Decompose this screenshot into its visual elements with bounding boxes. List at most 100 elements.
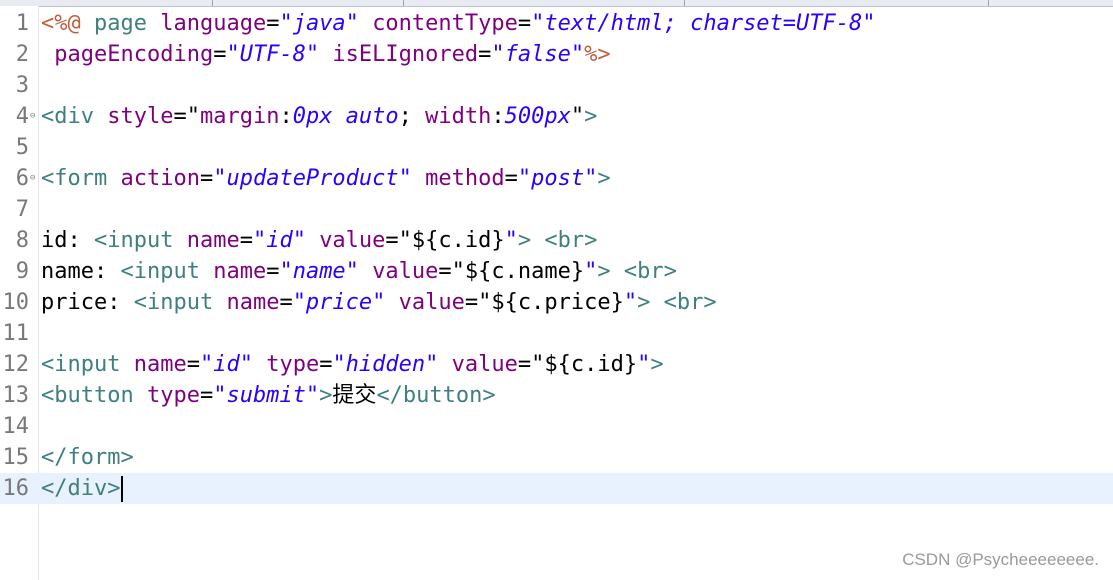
line-number: 4 xyxy=(15,104,29,129)
code-line[interactable]: 14 xyxy=(0,411,1113,442)
code-token: <br> xyxy=(663,290,717,315)
code-token: "submit" xyxy=(213,383,320,408)
code-line[interactable]: 16 </div> xyxy=(0,473,1113,504)
line-number: 5 xyxy=(15,135,29,160)
code-line[interactable]: 7 xyxy=(0,194,1113,225)
code-token: = xyxy=(266,11,280,36)
code-token: = xyxy=(199,166,214,191)
code-token: "UTF-8" xyxy=(226,42,320,67)
code-token: <input xyxy=(133,290,214,315)
code-token: </form> xyxy=(41,445,134,470)
code-token: "hidden" xyxy=(332,352,439,377)
code-line[interactable]: 8 id: <input name="id" value="${c.id}"> <… xyxy=(0,225,1113,256)
code-text: <form action="updateProduct" method="pos… xyxy=(41,163,611,194)
editor-tab-strip[interactable] xyxy=(0,0,1113,7)
line-number: 1 xyxy=(15,11,29,36)
code-editor[interactable]: 1 <%@ page language="java" contentType="t… xyxy=(0,8,1113,504)
code-token: = xyxy=(186,352,200,377)
fold-collapse-icon[interactable]: ⊖ xyxy=(30,112,35,121)
code-token: margin xyxy=(199,104,280,129)
code-token: "updateProduct" xyxy=(213,166,412,191)
code-line[interactable]: 13 <button type="submit">提交</button> xyxy=(0,380,1113,411)
code-token: = xyxy=(266,259,280,284)
code-token: > xyxy=(319,383,333,408)
code-token: name: xyxy=(41,259,121,284)
code-line[interactable]: 1 <%@ page language="java" contentType="t… xyxy=(0,8,1113,39)
code-token: name xyxy=(186,228,240,253)
code-line[interactable]: 10 price: <input name="price" value="${c.… xyxy=(0,287,1113,318)
tab-separator xyxy=(684,0,685,6)
code-text: <button type="submit">提交</button> xyxy=(41,380,496,411)
code-line[interactable]: 4 ⊖ <div style="margin:0px auto; width:500… xyxy=(0,101,1113,132)
code-token: : xyxy=(491,104,505,129)
line-number: 14 xyxy=(2,414,30,439)
code-token: "java" xyxy=(279,11,359,36)
code-line[interactable]: 5 xyxy=(0,132,1113,163)
code-token: = xyxy=(239,228,253,253)
code-token: " xyxy=(623,290,638,315)
code-token: > xyxy=(597,259,611,284)
code-token: action xyxy=(120,166,200,191)
line-number: 15 xyxy=(2,445,30,470)
code-token: > xyxy=(650,352,664,377)
line-number: 11 xyxy=(2,321,30,346)
code-token: " xyxy=(584,259,598,284)
code-token: : xyxy=(279,104,293,129)
code-token: pageEncoding xyxy=(54,42,214,67)
fold-collapse-icon[interactable]: ⊖ xyxy=(30,174,35,183)
code-token: <br> xyxy=(623,259,677,284)
code-token: = xyxy=(199,383,214,408)
code-token: </button> xyxy=(376,383,496,408)
code-token: ="${c.price} xyxy=(464,290,624,315)
code-text: </div> xyxy=(41,473,124,504)
code-token: " xyxy=(637,352,651,377)
code-token: <button xyxy=(41,383,134,408)
code-token: ="${c.id} xyxy=(385,228,505,253)
code-line[interactable]: 11 xyxy=(0,318,1113,349)
code-token: <input xyxy=(120,259,200,284)
code-token: ="${c.name} xyxy=(438,259,585,284)
code-token: > xyxy=(637,290,651,315)
code-line[interactable]: 15 </form> xyxy=(0,442,1113,473)
code-line[interactable]: 12 <input name="id" type="hidden" value="… xyxy=(0,349,1113,380)
code-token: value xyxy=(372,259,439,284)
code-line[interactable]: 9 name: <input name="name" value="${c.nam… xyxy=(0,256,1113,287)
code-text: price: <input name="price" value="${c.pr… xyxy=(41,287,717,318)
code-token: name xyxy=(213,259,267,284)
code-text: name: <input name="name" value="${c.name… xyxy=(41,256,677,287)
code-token: "id" xyxy=(199,352,253,377)
line-number: 10 xyxy=(2,290,30,315)
code-text: <%@ page language="java" contentType="te… xyxy=(41,8,876,39)
code-token: value xyxy=(451,352,518,377)
code-line[interactable]: 6 ⊖ <form action="updateProduct" method="p… xyxy=(0,163,1113,194)
code-token: = xyxy=(517,11,532,36)
code-token: = xyxy=(478,42,492,67)
code-token: =" xyxy=(173,104,200,129)
code-text: pageEncoding="UTF-8" isELIgnored="false"… xyxy=(41,39,610,70)
code-token: type xyxy=(266,352,320,377)
line-number: 6 xyxy=(15,166,29,191)
code-token: <br> xyxy=(544,228,598,253)
code-token: 500px xyxy=(504,104,571,129)
code-token: ; xyxy=(398,104,426,129)
code-line[interactable]: 3 xyxy=(0,70,1113,101)
code-token: name xyxy=(133,352,187,377)
code-line[interactable]: 2 pageEncoding="UTF-8" isELIgnored="fals… xyxy=(0,39,1113,70)
